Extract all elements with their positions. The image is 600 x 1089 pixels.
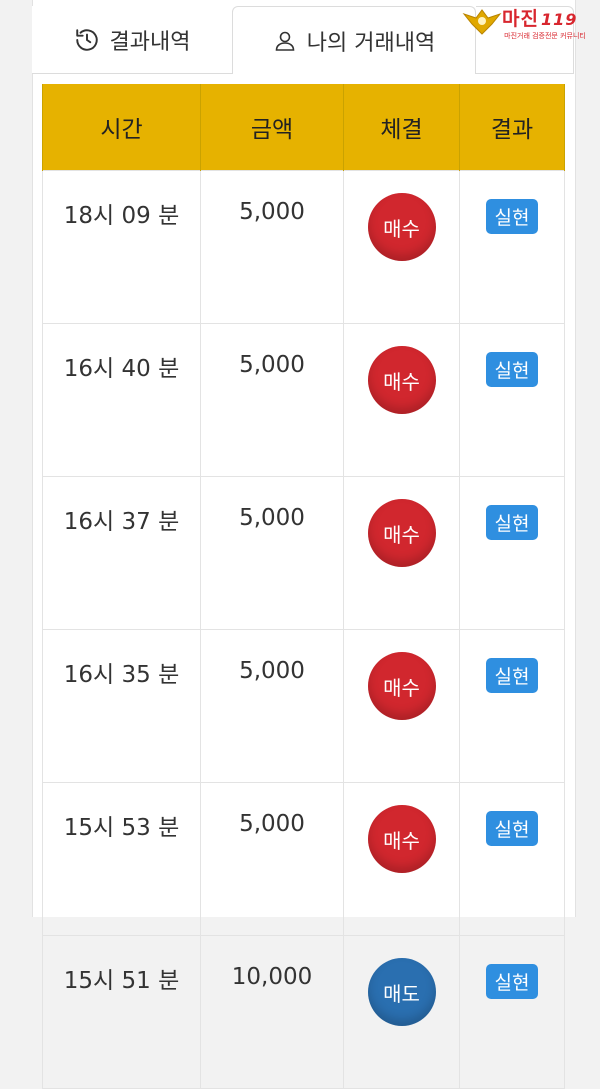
table-header-row: 시간 금액 체결 결과 [42,84,565,171]
execution-cell: 매도 [343,935,460,1089]
table-row: 16시 37 분 5,000 매수 실현 [42,476,565,630]
execution-cell: 매수 [343,476,460,630]
result-cell: 실현 [459,476,565,630]
execution-cell: 매수 [343,170,460,324]
result-cell: 실현 [459,323,565,477]
result-badge: 실현 [485,505,539,540]
logo-tagline: 마진거래 검증전문 커뮤니티 [504,32,586,40]
amount-cell: 5,000 [200,170,344,324]
result-cell: 실현 [459,782,565,936]
result-badge: 실현 [485,811,539,846]
execution-cell: 매수 [343,629,460,783]
table-row: 18시 09 분 5,000 매수 실현 [42,170,565,324]
table-row: 16시 40 분 5,000 매수 실현 [42,323,565,477]
result-cell: 실현 [459,629,565,783]
amount-cell: 5,000 [200,323,344,477]
time-cell: 16시 35 분 [42,629,201,783]
history-icon [75,28,98,51]
time-cell: 18시 09 분 [42,170,201,324]
execution-cell: 매수 [343,782,460,936]
buy-badge: 매수 [367,346,436,414]
header-amount: 금액 [200,84,344,171]
amount-cell: 5,000 [200,782,344,936]
sell-badge: 매도 [367,958,436,1026]
result-cell: 실현 [459,170,565,324]
result-badge: 실현 [485,199,539,234]
buy-badge: 매수 [367,499,436,567]
result-badge: 실현 [485,658,539,693]
result-badge: 실현 [485,964,539,999]
tab-results-label: 결과내역 [109,29,191,55]
table-row: 15시 53 분 5,000 매수 실현 [42,782,565,936]
amount-cell: 5,000 [200,476,344,630]
buy-badge: 매수 [367,193,436,261]
buy-badge: 매수 [367,805,436,873]
header-execution: 체결 [343,84,460,171]
time-cell: 16시 37 분 [42,476,201,630]
tab-results[interactable]: 결과내역 [32,6,232,74]
table-row: 16시 35 분 5,000 매수 실현 [42,629,565,783]
result-badge: 실현 [485,352,539,387]
tab-my-trades[interactable]: 나의 거래내역 [232,6,476,74]
trade-history-table: 시간 금액 체결 결과 18시 09 분 5,000 매수 실현 16시 40 … [42,84,565,1089]
time-cell: 15시 53 분 [42,782,201,936]
amount-cell: 10,000 [200,935,344,1089]
site-logo: 마진 119 마진거래 검증전문 커뮤니티 [462,4,598,44]
table-row: 15시 51 분 10,000 매도 실현 [42,935,565,1089]
logo-title: 마진 119 [502,8,578,30]
buy-badge: 매수 [367,652,436,720]
amount-cell: 5,000 [200,629,344,783]
header-time: 시간 [42,84,201,171]
execution-cell: 매수 [343,323,460,477]
time-cell: 15시 51 분 [42,935,201,1089]
user-icon [275,31,295,51]
tab-my-trades-label: 나의 거래내역 [306,30,436,56]
time-cell: 16시 40 분 [42,323,201,477]
header-result: 결과 [459,84,565,171]
result-cell: 실현 [459,935,565,1089]
